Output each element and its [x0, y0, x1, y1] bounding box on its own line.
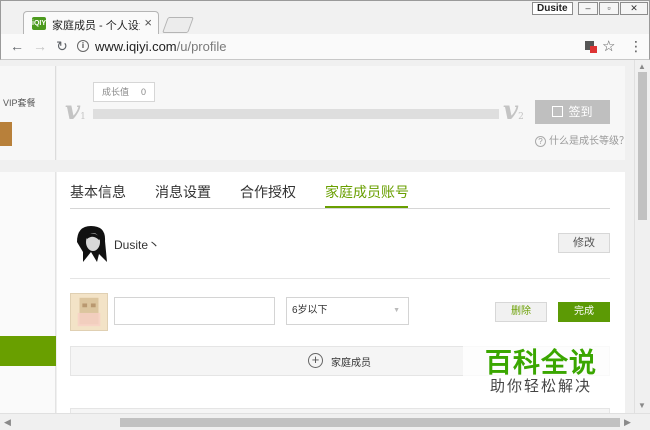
horizontal-scrollbar[interactable]: ◀ ▶	[0, 413, 650, 430]
vip-package-label[interactable]: VIP套餐	[3, 96, 36, 109]
reload-icon[interactable]: ↻	[54, 38, 70, 54]
vertical-scrollbar[interactable]: ▲ ▼	[634, 60, 650, 413]
tab-family-accounts[interactable]: 家庭成员账号	[325, 182, 409, 202]
username: Dusite丶	[114, 238, 161, 252]
level-help-link[interactable]: ? 什么是成长等级？	[535, 132, 629, 147]
extension-icon[interactable]	[584, 40, 597, 53]
question-icon: ?	[535, 136, 546, 147]
tab-message-settings[interactable]: 消息设置	[155, 182, 211, 202]
address-bar[interactable]: i www.iqiyi.com/u/profile ☆	[77, 38, 622, 56]
bookmark-star-icon[interactable]: ☆	[602, 37, 615, 55]
profile-name-chip[interactable]: Dusite	[532, 2, 573, 15]
scroll-up-icon[interactable]: ▲	[638, 62, 646, 71]
active-tab-underline	[325, 206, 408, 208]
level-next-number: 2	[518, 112, 524, 122]
growth-panel: v1 成长值 0 v2 签到 ? 什么是成长等级？	[57, 66, 629, 160]
sidebar-active-item[interactable]	[0, 336, 56, 366]
url-path: /u/profile	[176, 39, 227, 54]
add-member-label: 家庭成员	[331, 358, 371, 369]
iqiyi-favicon-icon: iQIYI	[32, 17, 48, 30]
horizontal-scroll-thumb[interactable]	[120, 418, 620, 427]
plus-circle-icon: +	[308, 353, 323, 368]
maximize-icon[interactable]: ▫	[599, 2, 619, 15]
browser-menu-icon[interactable]: ⋮	[629, 38, 643, 54]
vertical-scroll-thumb[interactable]	[638, 72, 647, 220]
age-select[interactable]: 6岁以下 ▼	[286, 297, 409, 325]
browser-titlebar: iQIYI 家庭成员 - 个人设置 - 爱 × Dusite – ▫ ✕	[0, 0, 650, 35]
level-current-mark: v1	[65, 96, 86, 126]
signin-button[interactable]: 签到	[535, 100, 610, 124]
edit-button[interactable]: 修改	[558, 233, 610, 253]
left-sidebar	[0, 172, 56, 413]
section-divider	[70, 278, 610, 279]
window-close-icon[interactable]: ✕	[620, 2, 648, 15]
growth-progress-bar	[93, 109, 499, 119]
vip-badge[interactable]	[0, 122, 12, 146]
vip-panel: VIP套餐	[0, 66, 56, 160]
tab-cooperation-auth[interactable]: 合作授权	[240, 182, 296, 202]
tab-basic-info[interactable]: 基本信息	[70, 182, 126, 202]
watermark: 百科全说 助你轻松解决	[463, 336, 623, 398]
scroll-down-icon[interactable]: ▼	[638, 401, 646, 410]
watermark-subtitle: 助你轻松解决	[490, 378, 593, 395]
level-next-mark: v2	[503, 96, 524, 126]
url-text[interactable]: www.iqiyi.com/u/profile	[95, 39, 227, 54]
settings-tabs: 基本信息 消息设置 合作授权 家庭成员账号	[70, 172, 610, 209]
browser-toolbar: ← → ↻ i www.iqiyi.com/u/profile ☆ ⋮	[0, 34, 650, 60]
done-button[interactable]: 完成	[558, 302, 610, 322]
member-name-input[interactable]	[114, 297, 275, 325]
growth-value-tag: 成长值 0	[93, 82, 156, 102]
edit-pen-icon	[552, 106, 564, 117]
new-tab-button[interactable]	[162, 17, 194, 33]
url-host: www.iqiyi.com	[95, 39, 177, 54]
site-info-icon[interactable]: i	[77, 40, 89, 52]
tab-title: 家庭成员 - 个人设置 - 爱	[52, 20, 140, 32]
scroll-left-icon[interactable]: ◀	[4, 417, 11, 428]
browser-tab[interactable]: iQIYI 家庭成员 - 个人设置 - 爱 ×	[23, 11, 159, 35]
growth-value: 0	[141, 87, 147, 97]
forward-arrow-icon[interactable]: →	[32, 38, 48, 54]
growth-label: 成长值	[102, 87, 130, 97]
chevron-down-icon: ▼	[393, 307, 400, 314]
member-avatar[interactable]	[70, 293, 108, 331]
age-select-value: 6岁以下	[292, 305, 328, 316]
minimize-icon[interactable]: –	[578, 2, 598, 15]
level-current-number: 1	[80, 112, 86, 122]
tab-close-icon[interactable]: ×	[144, 15, 152, 31]
level-help-text: 什么是成长等级？	[549, 136, 629, 147]
delete-button[interactable]: 删除	[495, 302, 547, 322]
back-arrow-icon[interactable]: ←	[9, 38, 25, 54]
user-avatar	[73, 224, 109, 264]
scroll-right-icon[interactable]: ▶	[624, 417, 631, 428]
signin-label: 签到	[568, 105, 593, 119]
